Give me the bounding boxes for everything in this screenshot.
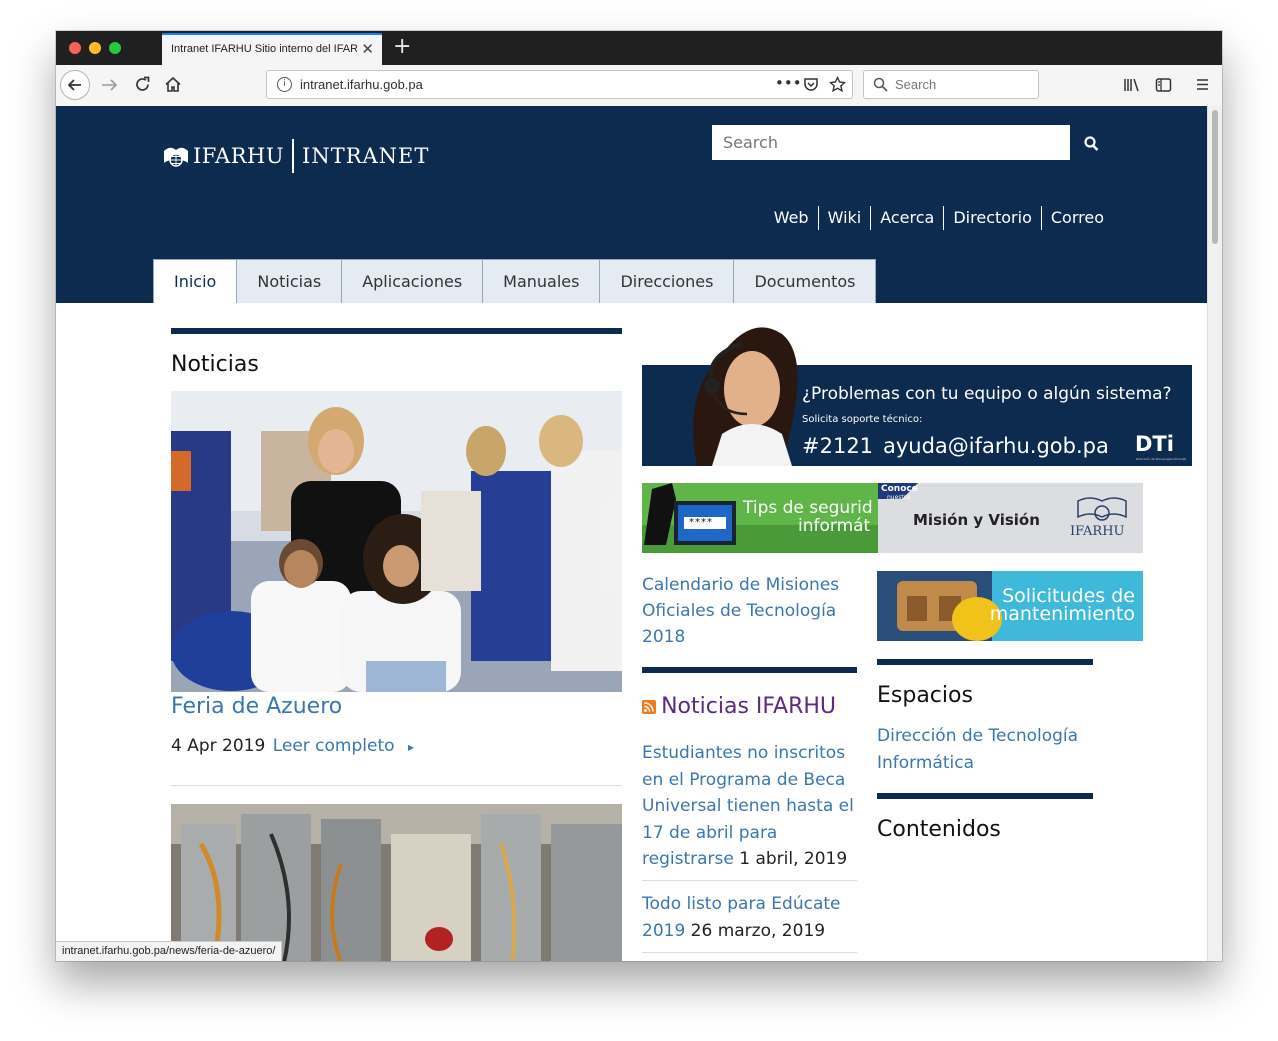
top-link-wiki[interactable]: Wiki [817, 206, 871, 230]
tab-close-icon[interactable]: ✕ [361, 41, 374, 57]
rss-item-1: Estudiantes no inscritos en el Programa … [642, 740, 857, 873]
info-icon[interactable]: i [277, 77, 292, 92]
solicitudes-mantenimiento-banner[interactable]: Solicitudes de mantenimiento [877, 571, 1143, 641]
maximize-window-button[interactable] [109, 42, 121, 54]
contenidos-section-bar [877, 793, 1093, 799]
menu-icon[interactable] [1195, 77, 1210, 92]
nuestra-text: nuestra [887, 494, 910, 501]
news-photo-illustration [171, 391, 622, 692]
browser-window: Intranet IFARHU Sitio interno del IFARHU… [56, 31, 1222, 961]
logo-intranet-text: INTRANET [302, 144, 430, 168]
rss-divider [642, 952, 857, 953]
dti-logo: DTi [1135, 432, 1174, 456]
browser-search-input[interactable]: Search [863, 70, 1039, 99]
new-tab-icon[interactable]: + [393, 35, 411, 59]
back-arrow-icon [67, 79, 81, 91]
contenidos-heading: Contenidos [877, 817, 1001, 842]
top-links: Web Wiki Acerca Directorio Correo [765, 206, 1113, 230]
logo-divider [292, 139, 295, 173]
url-text: intranet.ifarhu.gob.pa [300, 77, 423, 92]
conoce-text: Conoce [881, 484, 918, 494]
bookmark-star-icon[interactable] [829, 76, 846, 93]
dti-logo-subtitle: Dirección de Tecnología Informática [1136, 457, 1186, 461]
forward-icon[interactable] [100, 77, 118, 93]
news-section-bar [171, 328, 622, 334]
news-photo-feria[interactable] [171, 391, 622, 692]
site-header: IFARHU INTRANET Web Wiki Acerca Director… [56, 106, 1208, 303]
status-bar: intranet.ifarhu.gob.pa/news/feria-de-azu… [56, 941, 283, 961]
page-actions-icon[interactable]: ••• [775, 74, 802, 92]
news-meta: 4 Apr 2019 Leer completo ▸ [171, 736, 414, 756]
tips-title-line2: informát [798, 516, 871, 536]
minimize-window-button[interactable] [89, 42, 101, 54]
rss-divider [642, 880, 857, 881]
page-scrollbar[interactable] [1207, 106, 1222, 961]
tab-title: Intranet IFARHU Sitio interno del IFARHU [171, 43, 357, 55]
tips-screen-text: **** [689, 517, 713, 528]
rss-item-date: 26 marzo, 2019 [690, 920, 826, 941]
support-extension: #2121 [802, 434, 874, 458]
calendario-link[interactable]: Calendario de Misiones Oficiales de Tecn… [642, 572, 852, 650]
scrollbar-thumb[interactable] [1212, 110, 1218, 244]
home-icon[interactable] [164, 76, 182, 93]
support-question: ¿Problemas con tu equipo o algún sistema… [802, 384, 1172, 404]
news-date: 4 Apr 2019 [171, 736, 266, 756]
top-link-directorio[interactable]: Directorio [943, 206, 1041, 230]
site-search-input[interactable] [712, 125, 1070, 160]
ifarhu-book-icon [164, 147, 188, 167]
top-link-acerca[interactable]: Acerca [870, 206, 943, 230]
back-button[interactable] [60, 70, 90, 100]
nav-tab-direcciones[interactable]: Direcciones [599, 259, 735, 303]
support-email[interactable]: ayuda@ifarhu.gob.pa [883, 434, 1109, 458]
library-icon[interactable] [1123, 77, 1140, 93]
solicitudes-title-line2: mantenimiento [989, 603, 1135, 625]
mision-title: Misión y Visión [913, 511, 1040, 529]
search-icon [873, 77, 888, 92]
reload-icon[interactable] [134, 76, 151, 93]
nav-tab-manuales[interactable]: Manuales [482, 259, 601, 303]
tab-strip: Intranet IFARHU Sitio interno del IFARHU… [56, 31, 1222, 65]
browser-search-placeholder: Search [895, 77, 937, 92]
news-heading: Noticias [171, 352, 259, 377]
support-banner[interactable]: ¿Problemas con tu equipo o algún sistema… [642, 314, 1192, 466]
espacios-dti-link[interactable]: Dirección de Tecnología Informática [877, 723, 1093, 777]
nav-tab-aplicaciones[interactable]: Aplicaciones [341, 259, 484, 303]
support-subtitle: Solicita soporte técnico: [802, 414, 923, 425]
rss-item-2: Todo listo para Edúcate 2019 26 marzo, 2… [642, 891, 857, 944]
nav-tab-documentos[interactable]: Documentos [733, 259, 877, 303]
tips-seguridad-banner[interactable]: **** Tips de segurid informát [642, 483, 878, 553]
news-divider [171, 785, 622, 786]
mision-vision-banner[interactable]: Conoce nuestra Misión y Visión IFARHU [878, 483, 1143, 553]
tips-title-line1: Tips de segurid [743, 498, 873, 518]
main-nav: Inicio Noticias Aplicaciones Manuales Di… [153, 259, 877, 303]
rss-heading[interactable]: Noticias IFARHU [661, 694, 836, 719]
rss-section-bar [642, 667, 857, 673]
site-logo[interactable]: IFARHU INTRANET [161, 136, 429, 176]
news-photo-2[interactable] [171, 804, 622, 961]
read-more-link[interactable]: Leer completo [273, 736, 395, 756]
pocket-icon[interactable] [803, 77, 819, 92]
rss-item-date: 1 abril, 2019 [739, 849, 848, 869]
logo-ifarhu-text: IFARHU [193, 144, 285, 168]
rss-heading-row: Noticias IFARHU [642, 694, 836, 719]
read-more-arrow-icon: ▸ [407, 740, 414, 754]
close-window-button[interactable] [69, 42, 81, 54]
sidebar-icon[interactable] [1155, 77, 1172, 93]
mision-ifarhu-label: IFARHU [1070, 524, 1125, 539]
browser-toolbar: i intranet.ifarhu.gob.pa ••• Search [56, 65, 1222, 107]
site-search-button[interactable] [1072, 127, 1112, 159]
news-title-link[interactable]: Feria de Azuero [171, 694, 342, 719]
espacios-section-bar [877, 659, 1093, 665]
nav-tab-noticias[interactable]: Noticias [236, 259, 343, 303]
top-link-correo[interactable]: Correo [1040, 206, 1113, 230]
url-bar[interactable]: i intranet.ifarhu.gob.pa ••• [266, 70, 853, 99]
rss-icon [642, 700, 656, 714]
browser-tab[interactable]: Intranet IFARHU Sitio interno del IFARHU… [162, 33, 382, 65]
news-photo-2-illustration [171, 804, 622, 961]
top-link-web[interactable]: Web [765, 206, 818, 230]
espacios-heading: Espacios [877, 683, 973, 708]
nav-tab-inicio[interactable]: Inicio [153, 259, 238, 303]
page-content: IFARHU INTRANET Web Wiki Acerca Director… [56, 106, 1208, 961]
